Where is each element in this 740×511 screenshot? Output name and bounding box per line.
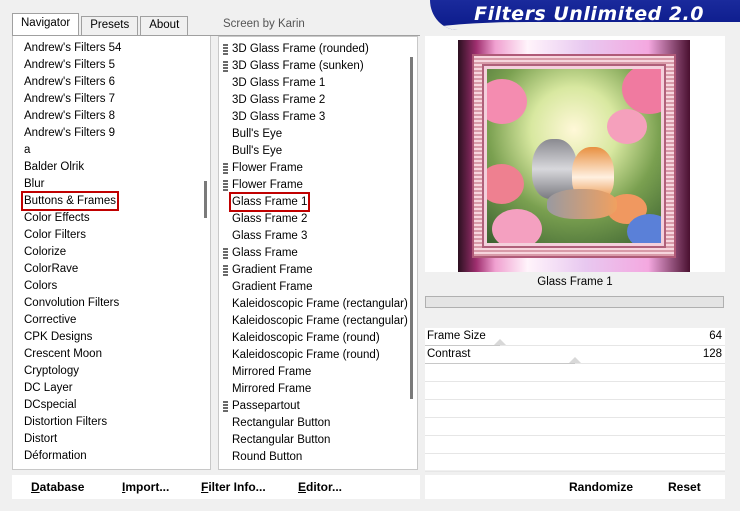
category-item[interactable]: Andrew's Filters 54 <box>23 40 122 56</box>
filter-item[interactable]: Round Button <box>231 449 303 465</box>
param-row <box>425 364 725 382</box>
filter-item[interactable]: Kaleidoscopic Frame (rectangular) <box>231 296 409 312</box>
category-item[interactable]: Balder Olrik <box>23 159 85 175</box>
filter-item[interactable]: 3D Glass Frame 3 <box>231 109 326 125</box>
category-item[interactable]: CPK Designs <box>23 329 93 345</box>
filter-item[interactable]: 3D Glass Frame (rounded) <box>231 41 370 57</box>
filter-item[interactable]: Mirrored Frame <box>231 364 312 380</box>
category-item[interactable]: Andrew's Filters 6 <box>23 74 116 90</box>
screen-by-label: Screen by Karin <box>223 18 305 30</box>
filter-item[interactable]: Bull's Eye <box>231 143 283 159</box>
category-item[interactable]: a <box>23 142 31 158</box>
parameter-panel: Frame Size 64 Contrast 128 <box>425 328 725 472</box>
category-item[interactable]: Colorize <box>23 244 67 260</box>
category-item[interactable]: ColorRave <box>23 261 79 277</box>
preview-caption: Glass Frame 1 <box>537 276 613 288</box>
filter-item[interactable]: Kaleidoscopic Frame (round) <box>231 347 381 363</box>
filter-group-marker-icon <box>223 61 228 72</box>
category-item[interactable]: Convolution Filters <box>23 295 120 311</box>
category-item[interactable]: Cryptology <box>23 363 80 379</box>
filter-item[interactable]: Gradient Frame <box>231 279 314 295</box>
param-label: Contrast <box>427 348 471 360</box>
filter-group-marker-icon <box>223 248 228 259</box>
filter-item[interactable]: Glass Frame 3 <box>231 228 308 244</box>
filter-item[interactable]: Flower Frame <box>231 177 304 193</box>
reset-button[interactable]: Reset <box>668 480 701 494</box>
param-row[interactable]: Contrast 128 <box>425 346 725 364</box>
category-item[interactable]: Déformation <box>23 448 88 464</box>
filter-item[interactable]: Glass Frame 1 <box>228 192 311 212</box>
filter-item[interactable]: Glass Frame <box>231 245 299 261</box>
param-value: 64 <box>709 330 722 342</box>
filter-scrollbar-thumb[interactable] <box>410 57 413 399</box>
category-item[interactable]: Color Effects <box>23 210 91 226</box>
category-item[interactable]: Blur <box>23 176 45 192</box>
filter-item[interactable]: Kaleidoscopic Frame (rectangular) <box>231 313 409 329</box>
param-row <box>425 418 725 436</box>
tab-about[interactable]: About <box>140 16 189 35</box>
category-item[interactable]: Colors <box>23 278 58 294</box>
category-item[interactable]: Andrew's Filters 8 <box>23 108 116 124</box>
filter-item[interactable]: Gradient Frame <box>231 262 314 278</box>
param-row <box>425 400 725 418</box>
app-title: Filters Unlimited 2.0 <box>474 3 704 25</box>
param-row[interactable]: Frame Size 64 <box>425 328 725 346</box>
filter-item[interactable]: Passepartout <box>231 398 301 414</box>
filter-list[interactable]: 3D Glass Frame (rounded) 3D Glass Frame (… <box>218 36 418 470</box>
tab-presets[interactable]: Presets <box>81 16 139 35</box>
filter-item[interactable]: Rectangular Button <box>231 432 331 448</box>
filter-item[interactable]: 3D Glass Frame 2 <box>231 92 326 108</box>
randomize-button[interactable]: Randomize <box>569 480 633 494</box>
preview-image <box>458 40 690 272</box>
filter-item[interactable]: Kaleidoscopic Frame (round) <box>231 330 381 346</box>
filter-item[interactable]: 3D Glass Frame (sunken) <box>231 58 365 74</box>
param-slider-thumb[interactable] <box>569 357 581 363</box>
param-label: Frame Size <box>427 330 486 342</box>
title-banner: Filters Unlimited 2.0 <box>430 0 740 30</box>
category-item[interactable]: Distortion Filters <box>23 414 108 430</box>
param-row <box>425 436 725 454</box>
preview-pane <box>425 36 725 272</box>
category-item[interactable]: DCspecial <box>23 397 77 413</box>
filter-item[interactable]: 3D Glass Frame 1 <box>231 75 326 91</box>
category-item[interactable]: DC Layer <box>23 380 74 396</box>
database-button[interactable]: Database <box>31 480 84 494</box>
filter-group-marker-icon <box>223 401 228 412</box>
category-item[interactable]: Andrew's Filters 9 <box>23 125 116 141</box>
category-item[interactable]: Buttons & Frames <box>20 191 120 211</box>
progress-bar <box>425 296 724 308</box>
category-item[interactable]: Color Filters <box>23 227 87 243</box>
category-item[interactable]: Crescent Moon <box>23 346 103 362</box>
filter-item[interactable]: Flower Frame <box>231 160 304 176</box>
category-list[interactable]: Andrew's Filters 54 Andrew's Filters 5 And… <box>12 36 211 470</box>
tab-bar: Navigator Presets About <box>12 13 190 35</box>
param-row <box>425 454 725 472</box>
param-value: 128 <box>702 348 722 360</box>
filter-item[interactable]: Rectangular Button <box>231 415 331 431</box>
filter-group-marker-icon <box>223 180 228 191</box>
filter-group-marker-icon <box>223 265 228 276</box>
filter-info-button[interactable]: Filter Info... <box>201 480 266 494</box>
filter-group-marker-icon <box>223 44 228 55</box>
editor-button[interactable]: Editor... <box>298 480 342 494</box>
bottom-toolbar-left: Database Import... Filter Info... Editor... <box>12 475 420 499</box>
category-item[interactable]: Andrew's Filters 5 <box>23 57 116 73</box>
filter-group-marker-icon <box>223 163 228 174</box>
tab-navigator[interactable]: Navigator <box>12 13 80 35</box>
filter-item[interactable]: Mirrored Frame <box>231 381 312 397</box>
import-button[interactable]: Import... <box>122 480 169 494</box>
category-item[interactable]: Andrew's Filters 7 <box>23 91 116 107</box>
param-row <box>425 382 725 400</box>
filter-item[interactable]: Bull's Eye <box>231 126 283 142</box>
category-scrollbar-thumb[interactable] <box>204 181 207 218</box>
param-slider-thumb[interactable] <box>494 339 506 345</box>
category-item[interactable]: Corrective <box>23 312 77 328</box>
category-item[interactable]: Distort <box>23 431 58 447</box>
filter-item[interactable]: Glass Frame 2 <box>231 211 308 227</box>
bottom-toolbar-right: Randomize Reset <box>425 475 725 499</box>
